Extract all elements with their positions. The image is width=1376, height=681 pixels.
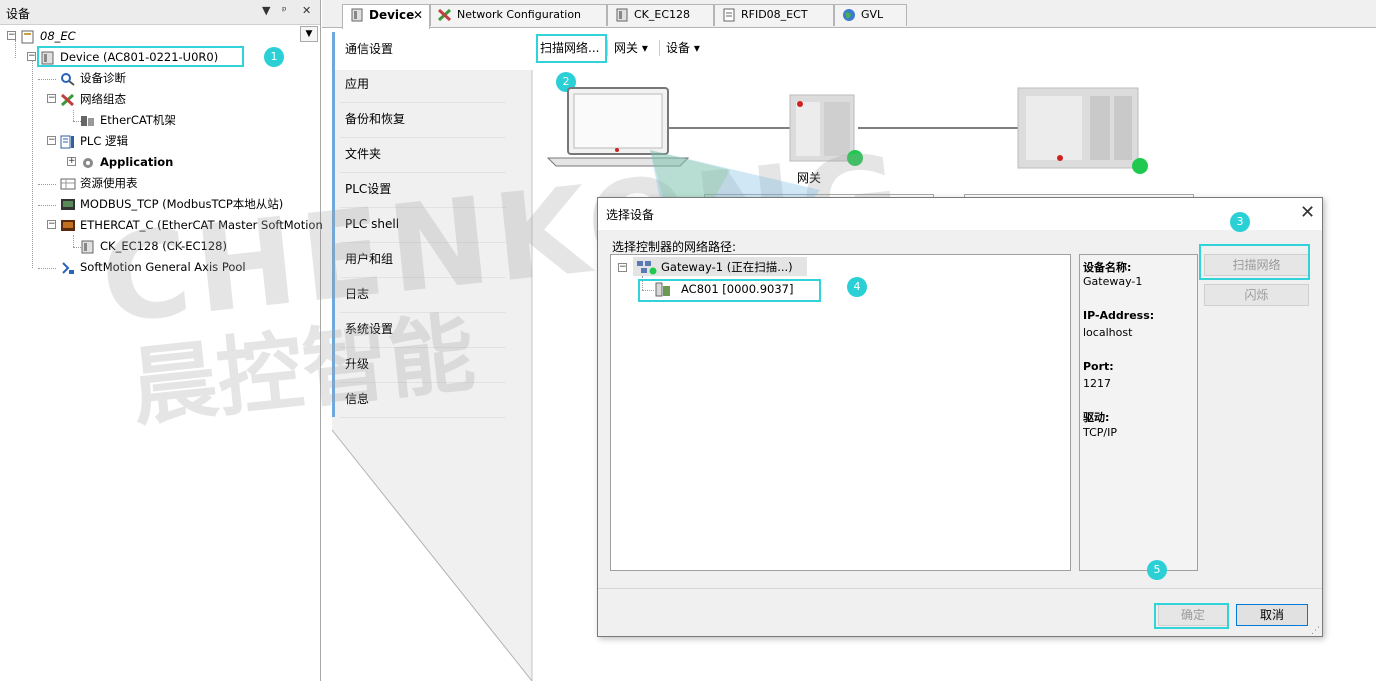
tree-item-diagnostics[interactable]: 设备诊断	[60, 68, 126, 88]
select-device-dialog: 选择设备 ✕ 选择控制器的网络路径: − Gateway-1 (正在扫描...)…	[597, 197, 1323, 637]
nav-info[interactable]: 信息	[332, 382, 532, 417]
modbus-icon	[61, 198, 75, 210]
tree-item-axis-pool[interactable]: SoftMotion General Axis Pool	[60, 257, 246, 277]
highlight-device	[37, 46, 244, 67]
tab-network-configuration[interactable]: Network Configuration	[430, 4, 607, 26]
project-icon	[21, 30, 34, 43]
magnifier-icon	[61, 72, 75, 86]
plc-device-icon	[351, 8, 363, 22]
device-info-panel: 设备名称: Gateway-1 IP-Address: localhost Po…	[1079, 254, 1198, 571]
tree-item-modbus-tcp[interactable]: MODBUS_TCP (ModbusTCP本地从站)	[60, 194, 283, 214]
expand-toggle[interactable]: +	[67, 157, 76, 166]
device-panel-header: 设备 ▼ ᵖ ✕	[0, 0, 320, 25]
step-badge-5: 5	[1147, 560, 1167, 580]
tree-item-gateway[interactable]: Gateway-1 (正在扫描...)	[633, 257, 807, 276]
tab-device[interactable]: Device ✕	[342, 4, 430, 29]
highlight-ok-button	[1154, 603, 1229, 629]
io-module-icon	[616, 8, 628, 22]
panel-menu-icon[interactable]: ▼	[262, 4, 270, 17]
highlight-ac801	[638, 279, 821, 302]
gateway-menu[interactable]: 网关 ▾	[614, 38, 648, 58]
tree-item-ethercat-rack[interactable]: EtherCAT机架	[80, 110, 176, 130]
nav-plc-settings[interactable]: PLC设置	[332, 172, 532, 207]
gateway-icon	[637, 261, 657, 275]
step-badge-3: 3	[1230, 212, 1250, 232]
cancel-button[interactable]: 取消	[1236, 604, 1308, 626]
plc-logic-icon	[60, 135, 74, 148]
expand-toggle[interactable]: −	[47, 220, 56, 229]
nav-folder[interactable]: 文件夹	[332, 137, 532, 172]
nav-users-groups[interactable]: 用户和组	[332, 242, 532, 277]
network-config-icon	[438, 8, 452, 22]
tab-gvl[interactable]: GVL	[834, 4, 907, 26]
controller-device-icon	[1017, 87, 1148, 174]
axis-pool-icon	[62, 261, 74, 274]
close-icon[interactable]: ✕	[302, 4, 311, 17]
nav-application[interactable]: 应用	[332, 67, 532, 102]
io-module-icon	[81, 240, 94, 253]
network-topology	[546, 87, 1148, 174]
device-menu[interactable]: 设备 ▾	[666, 38, 700, 58]
close-icon[interactable]: ✕	[1300, 202, 1315, 223]
tree-filter-dropdown[interactable]: ▼	[300, 26, 318, 42]
pin-icon[interactable]: ᵖ	[282, 4, 287, 17]
network-config-icon	[60, 93, 75, 106]
device-panel-title: 设备	[6, 7, 31, 21]
expand-toggle[interactable]: −	[27, 52, 36, 61]
device-panel: 设备 ▼ ᵖ ✕ ▼ − − − − + − 08_EC Device (AC8…	[0, 0, 327, 681]
dialog-title: 选择设备	[606, 208, 655, 222]
network-path-label: 选择控制器的网络路径:	[612, 240, 737, 254]
expand-toggle[interactable]: −	[47, 94, 56, 103]
step-badge-4: 4	[847, 277, 867, 297]
ethercat-master-icon	[61, 219, 75, 231]
tree-item-plc-logic[interactable]: PLC 逻辑	[60, 131, 128, 151]
tab-rfid08-ect[interactable]: RFID08_ECT	[714, 4, 834, 26]
nav-communication[interactable]: 通信设置	[332, 32, 532, 67]
resize-grip-icon[interactable]: ⋰	[1311, 626, 1320, 636]
nav-backup-restore[interactable]: 备份和恢复	[332, 102, 532, 137]
expand-toggle[interactable]: −	[618, 263, 627, 272]
expand-toggle[interactable]: −	[7, 31, 16, 40]
nav-system-settings[interactable]: 系统设置	[332, 312, 532, 347]
tree-item-network-config[interactable]: 网络组态	[60, 89, 126, 109]
rack-icon	[81, 115, 94, 126]
table-icon	[60, 178, 76, 189]
highlight-scan-menu	[536, 34, 607, 63]
expand-toggle[interactable]: −	[47, 136, 56, 145]
globe-icon	[843, 9, 855, 21]
tab-close-icon[interactable]: ✕	[413, 5, 423, 25]
gear-icon	[83, 157, 93, 168]
blink-button[interactable]: 闪烁	[1204, 284, 1309, 306]
editor-tab-bar: Device ✕ Network Configuration CK_EC128 …	[322, 0, 1376, 29]
nav-upgrade[interactable]: 升级	[332, 347, 532, 382]
tree-item-project[interactable]: 08_EC	[20, 26, 76, 46]
nav-log[interactable]: 日志	[332, 277, 532, 312]
step-badge-1: 1	[264, 47, 284, 67]
tree-item-ck-ec128[interactable]: CK_EC128 (CK-EC128)	[80, 236, 227, 256]
dialog-titlebar: 选择设备 ✕	[598, 198, 1322, 230]
tab-ck-ec128[interactable]: CK_EC128	[607, 4, 714, 26]
document-icon	[723, 8, 735, 22]
tree-item-application[interactable]: Application	[80, 152, 173, 172]
nav-plc-shell[interactable]: PLC shell	[332, 207, 532, 242]
highlight-scan-button	[1199, 244, 1310, 280]
tree-item-ethercat-master[interactable]: ETHERCAT_C (EtherCAT Master SoftMotion)	[60, 215, 327, 235]
tree-item-resource-table[interactable]: 资源使用表	[60, 173, 138, 193]
